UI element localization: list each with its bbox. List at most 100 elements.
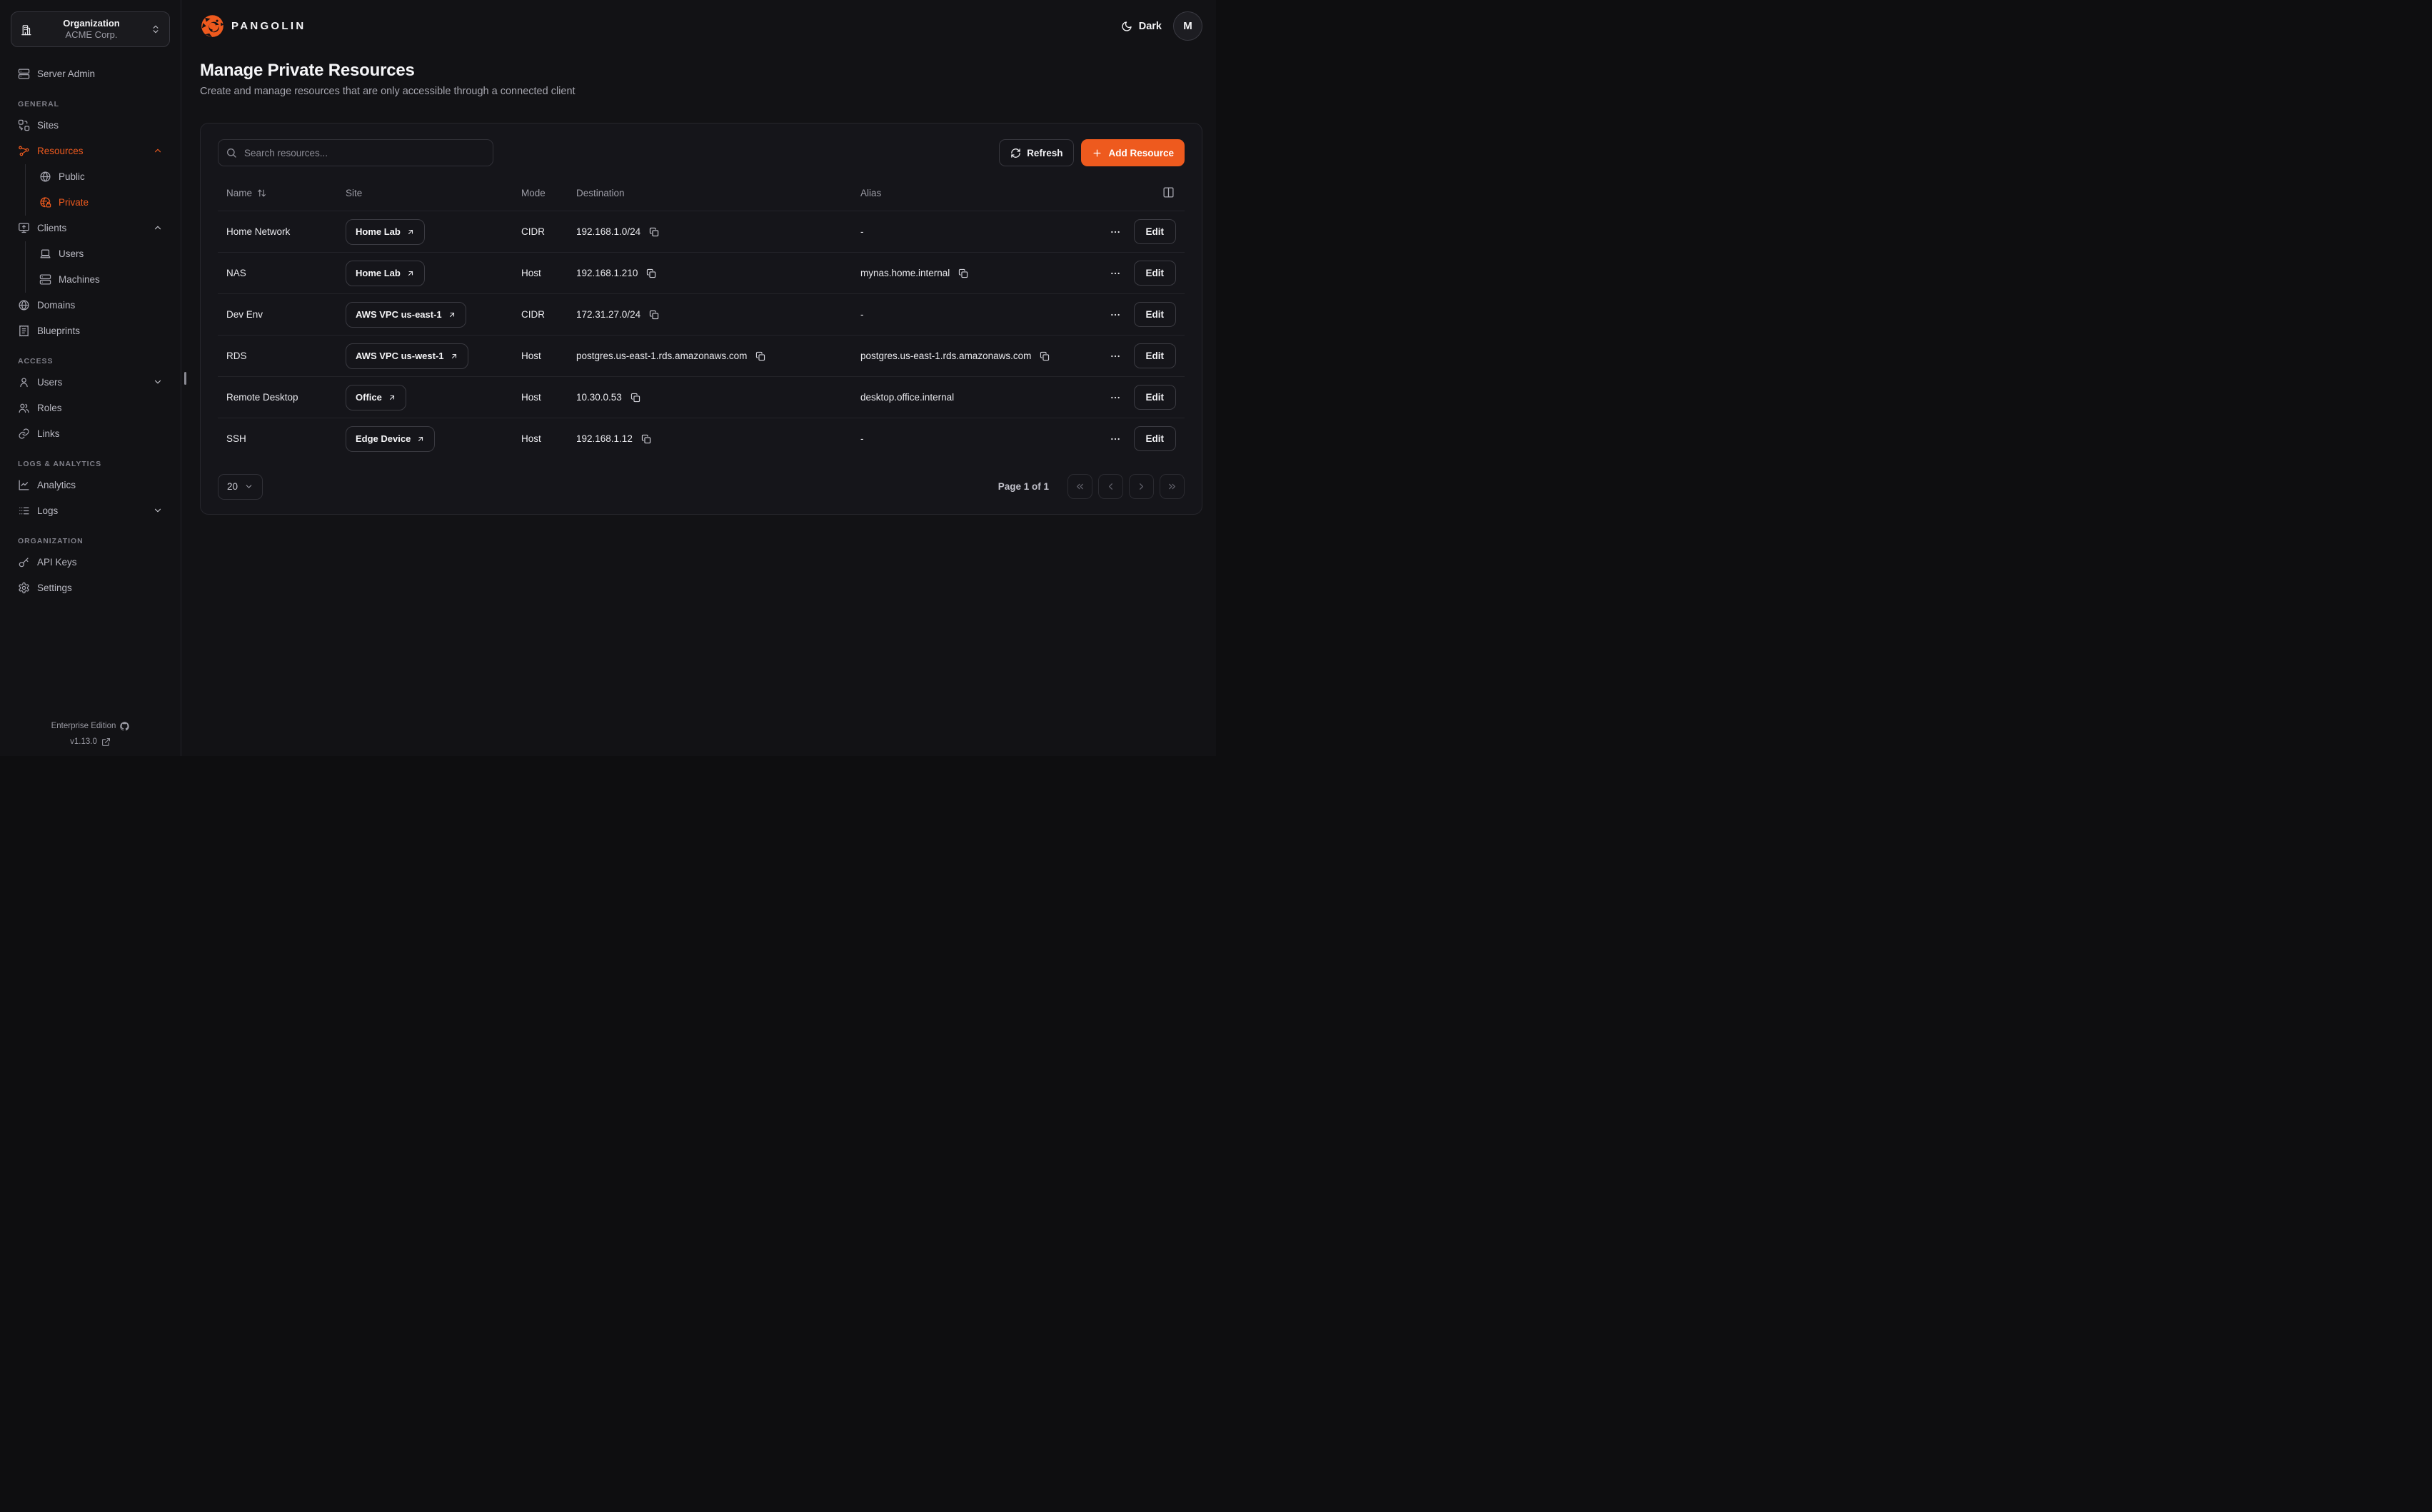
sidebar-item-label: Analytics: [37, 480, 76, 490]
sidebar-item-machines[interactable]: Machines: [34, 267, 170, 291]
site-link-button[interactable]: Edge Device: [346, 426, 435, 452]
chart-line-icon: [18, 479, 30, 491]
copy-destination-button[interactable]: [640, 433, 653, 445]
prev-page-button[interactable]: [1098, 474, 1123, 499]
site-link-button[interactable]: AWS VPC us-west-1: [346, 343, 468, 369]
resource-alias: -: [852, 418, 1087, 460]
sidebar-nav: Server Admin GENERAL Sites Resources Pub…: [11, 61, 170, 601]
first-page-button[interactable]: [1067, 474, 1092, 499]
sidebar-item-client-users[interactable]: Users: [34, 241, 170, 266]
copy-icon: [649, 227, 659, 237]
copy-destination-button[interactable]: [629, 391, 642, 404]
copy-destination-button[interactable]: [645, 267, 658, 280]
edit-button[interactable]: Edit: [1134, 302, 1177, 327]
resource-mode: Host: [513, 418, 568, 460]
row-menu-button[interactable]: [1107, 265, 1124, 282]
site-link-button[interactable]: Home Lab: [346, 219, 425, 245]
table-row: NAS Home Lab Host 192.168.1.210 mynas.ho…: [218, 253, 1185, 294]
sidebar-item-resources[interactable]: Resources: [11, 138, 170, 163]
copy-alias-button[interactable]: [957, 267, 970, 280]
sidebar-item-users[interactable]: Users: [11, 370, 170, 394]
column-settings-button[interactable]: [1161, 185, 1176, 200]
site-name: Edge Device: [356, 433, 411, 444]
sidebar-item-label: Logs: [37, 505, 58, 516]
sidebar-item-links[interactable]: Links: [11, 421, 170, 445]
sidebar-item-api-keys[interactable]: API Keys: [11, 550, 170, 574]
globe-icon: [39, 171, 51, 183]
sidebar-item-domains[interactable]: Domains: [11, 293, 170, 317]
header-mode: Mode: [513, 183, 568, 211]
org-switcher[interactable]: Organization ACME Corp.: [11, 11, 170, 47]
sidebar-item-logs[interactable]: Logs: [11, 498, 170, 523]
resource-name: Dev Env: [218, 294, 337, 336]
search-input[interactable]: [218, 139, 493, 166]
page-size-value: 20: [227, 481, 238, 492]
ellipsis-icon: [1110, 433, 1121, 445]
sort-by-name-button[interactable]: Name: [226, 188, 266, 198]
user-avatar[interactable]: M: [1173, 11, 1202, 41]
copy-destination-button[interactable]: [754, 350, 767, 363]
row-menu-button[interactable]: [1107, 430, 1124, 448]
theme-toggle-button[interactable]: Dark: [1121, 21, 1162, 32]
site-link-button[interactable]: AWS VPC us-east-1: [346, 302, 466, 328]
edit-button[interactable]: Edit: [1134, 261, 1177, 286]
edit-button[interactable]: Edit: [1134, 385, 1177, 410]
page-info: Page 1 of 1: [998, 481, 1049, 492]
chevrons-up-down-icon: [151, 24, 161, 34]
sidebar-item-analytics[interactable]: Analytics: [11, 473, 170, 497]
page-title: Manage Private Resources: [200, 61, 1202, 81]
site-name: Home Lab: [356, 226, 401, 237]
github-icon[interactable]: [120, 722, 129, 731]
sidebar-item-sites[interactable]: Sites: [11, 113, 170, 137]
edit-button[interactable]: Edit: [1134, 343, 1177, 368]
next-page-button[interactable]: [1129, 474, 1154, 499]
resource-name: Remote Desktop: [218, 377, 337, 418]
add-resource-label: Add Resource: [1108, 148, 1174, 158]
sidebar-item-blueprints[interactable]: Blueprints: [11, 318, 170, 343]
sidebar-item-private[interactable]: Private: [34, 190, 170, 214]
copy-destination-button[interactable]: [648, 226, 660, 238]
sidebar-scrollbar-thumb[interactable]: [184, 372, 186, 385]
section-access: ACCESS: [18, 357, 163, 366]
sidebar-item-public[interactable]: Public: [34, 164, 170, 188]
edit-button[interactable]: Edit: [1134, 426, 1177, 451]
theme-label: Dark: [1139, 21, 1162, 32]
copy-destination-button[interactable]: [648, 308, 660, 321]
last-page-button[interactable]: [1160, 474, 1185, 499]
sidebar-item-clients[interactable]: Clients: [11, 216, 170, 240]
refresh-button[interactable]: Refresh: [999, 139, 1074, 166]
table-row: Home Network Home Lab CIDR 192.168.1.0/2…: [218, 211, 1185, 253]
receipt-text-icon: [18, 325, 30, 337]
row-menu-button[interactable]: [1107, 389, 1124, 406]
arrow-up-right-icon: [450, 352, 458, 361]
sidebar-item-settings[interactable]: Settings: [11, 575, 170, 600]
external-link-icon[interactable]: [101, 737, 111, 747]
row-menu-button[interactable]: [1107, 223, 1124, 241]
row-menu-button[interactable]: [1107, 348, 1124, 365]
sidebar-item-server-admin[interactable]: Server Admin: [11, 61, 170, 86]
add-resource-button[interactable]: Add Resource: [1081, 139, 1185, 166]
search-icon: [226, 147, 237, 158]
site-link-button[interactable]: Home Lab: [346, 261, 425, 286]
row-menu-button[interactable]: [1107, 306, 1124, 323]
sidebar-item-roles[interactable]: Roles: [11, 395, 170, 420]
section-general: GENERAL: [18, 100, 163, 109]
search-box: [218, 139, 493, 166]
table-row: Dev Env AWS VPC us-east-1 CIDR 172.31.27…: [218, 294, 1185, 336]
edit-button[interactable]: Edit: [1134, 219, 1177, 244]
section-organization: ORGANIZATION: [18, 537, 163, 545]
page-size-select[interactable]: 20: [218, 474, 263, 500]
copy-icon: [958, 268, 968, 278]
site-name: AWS VPC us-east-1: [356, 309, 442, 320]
pager-zone: Page 1 of 1: [998, 474, 1185, 499]
site-link-button[interactable]: Office: [346, 385, 406, 410]
copy-icon: [641, 434, 651, 444]
page-subtitle: Create and manage resources that are onl…: [200, 86, 1202, 97]
monitor-up-icon: [18, 222, 30, 234]
copy-alias-button[interactable]: [1038, 350, 1051, 363]
resource-destination: 10.30.0.53: [576, 392, 622, 403]
version-label: v1.13.0: [70, 737, 97, 746]
copy-icon: [646, 268, 656, 278]
sidebar-item-label: Machines: [59, 274, 100, 285]
main-content: PANGOLIN Dark M Manage Private Resources…: [181, 0, 1216, 756]
